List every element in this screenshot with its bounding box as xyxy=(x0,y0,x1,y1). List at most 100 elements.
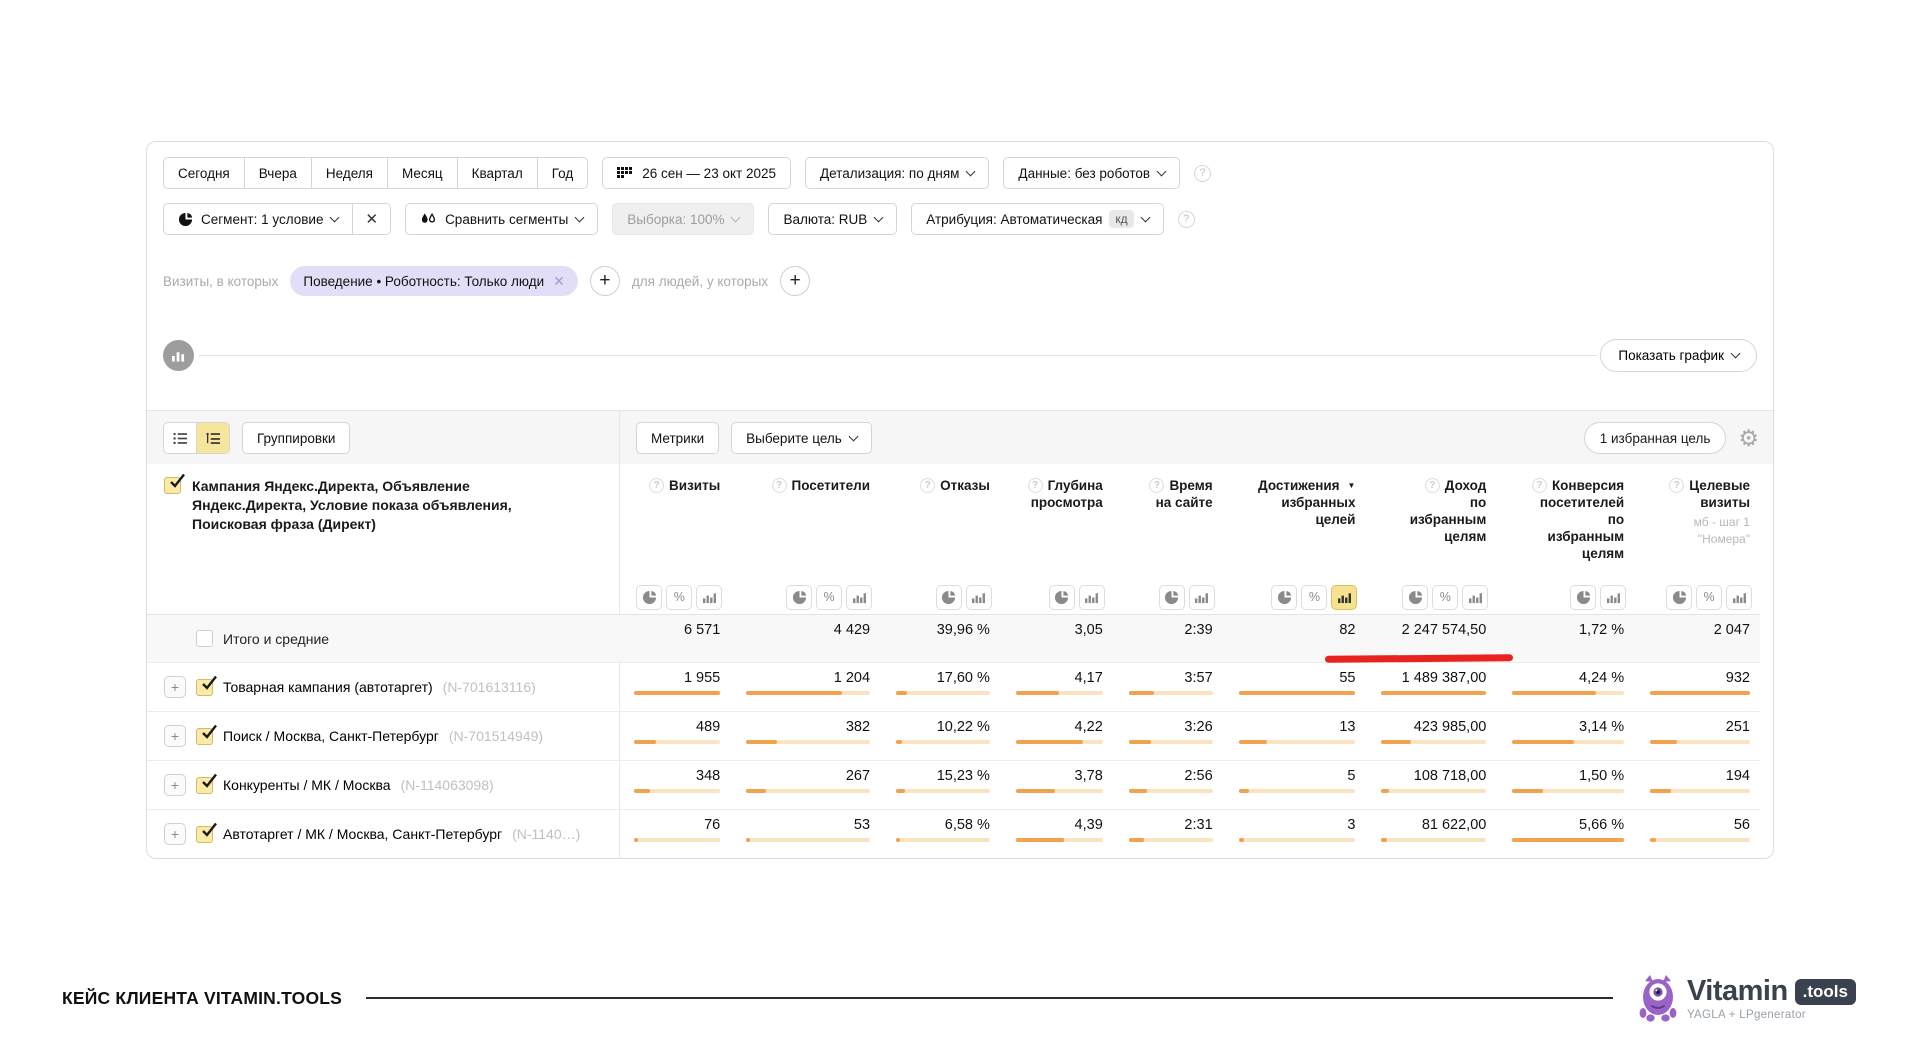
checkbox-checked[interactable] xyxy=(196,728,213,745)
dimension-header[interactable]: Кампания Яндекс.Директа, Объявление Янде… xyxy=(192,477,587,534)
column-header-7[interactable]: ?Конверсияпосетителей по избранным целям xyxy=(1496,464,1634,580)
pie-chart-icon[interactable] xyxy=(786,585,812,610)
graph-row: Показать график xyxy=(163,339,1757,373)
help-icon[interactable]: ? xyxy=(772,478,787,493)
campaign-name[interactable]: Поиск / Москва, Санкт-Петербург xyxy=(223,728,439,744)
help-icon[interactable]: ? xyxy=(1178,211,1195,228)
data-mode-select[interactable]: Данные: без роботов xyxy=(1003,157,1180,189)
bar-chart-icon[interactable] xyxy=(1189,585,1215,610)
pie-chart-icon[interactable] xyxy=(936,585,962,610)
pie-chart-icon[interactable] xyxy=(1271,585,1297,610)
currency-select[interactable]: Валюта: RUB xyxy=(768,203,897,235)
help-icon[interactable]: ? xyxy=(920,478,935,493)
column-title: Доход xyxy=(1445,477,1487,494)
help-icon[interactable]: ? xyxy=(1194,165,1211,182)
metric-value-cell: 3:57 xyxy=(1113,663,1223,711)
campaign-id: (N-701613116) xyxy=(443,679,536,695)
checkbox-checked[interactable] xyxy=(164,477,181,494)
value-bar-fill xyxy=(1512,789,1542,793)
metrics-button[interactable]: Метрики xyxy=(636,422,719,454)
add-visit-filter-button[interactable]: + xyxy=(590,266,620,296)
metric-value-cell: 3,78 xyxy=(1000,761,1113,809)
segment-clear-button[interactable]: ✕ xyxy=(352,203,391,235)
value-bar xyxy=(1016,740,1103,744)
period-button-4[interactable]: Квартал xyxy=(457,157,538,189)
metric-value-cell: 10,22 % xyxy=(880,712,1000,760)
pie-chart-icon[interactable] xyxy=(1402,585,1428,610)
metric-value-cell: 4,17 xyxy=(1000,663,1113,711)
segment-select[interactable]: Сегмент: 1 условие xyxy=(163,203,353,235)
date-range-button[interactable]: 26 сен — 23 окт 2025 xyxy=(602,157,791,189)
totals-value: 2 047 xyxy=(1634,615,1760,662)
robotness-filter-chip[interactable]: Поведение • Роботность: Только люди ✕ xyxy=(290,266,578,296)
compare-segments-select[interactable]: Сравнить сегменты xyxy=(405,203,598,235)
bar-chart-icon[interactable] xyxy=(1331,585,1357,610)
percent-icon[interactable]: % xyxy=(1432,585,1458,610)
value-bar xyxy=(746,691,870,695)
column-header-0[interactable]: ?Визиты xyxy=(618,464,730,580)
gear-icon[interactable]: ⚙ xyxy=(1738,427,1759,450)
attribution-select[interactable]: Атрибуция: Автоматическая кд xyxy=(911,203,1163,235)
checkbox-checked[interactable] xyxy=(196,679,213,696)
pie-chart-icon[interactable] xyxy=(1049,585,1075,610)
expand-button[interactable]: + xyxy=(164,774,186,796)
favorite-goal-pill[interactable]: 1 избранная цель xyxy=(1584,422,1727,454)
percent-icon[interactable]: % xyxy=(666,585,692,610)
checkbox-checked[interactable] xyxy=(196,777,213,794)
percent-icon[interactable]: % xyxy=(816,585,842,610)
choose-goal-select[interactable]: Выберите цель xyxy=(731,422,872,454)
pie-chart-icon[interactable] xyxy=(636,585,662,610)
period-button-0[interactable]: Сегодня xyxy=(163,157,245,189)
cell-value: 267 xyxy=(846,768,870,784)
help-icon[interactable]: ? xyxy=(1149,478,1164,493)
period-button-5[interactable]: Год xyxy=(537,157,589,189)
help-icon[interactable]: ? xyxy=(1028,478,1043,493)
pie-chart-icon[interactable] xyxy=(1666,585,1692,610)
show-graph-button[interactable]: Показать график xyxy=(1600,339,1757,372)
expand-button[interactable]: + xyxy=(164,676,186,698)
sampling-select[interactable]: Выборка: 100% xyxy=(612,203,754,235)
checkbox-checked[interactable] xyxy=(196,826,213,843)
period-button-2[interactable]: Неделя xyxy=(311,157,388,189)
list-view-icon[interactable] xyxy=(163,422,197,454)
campaign-name[interactable]: Конкуренты / МК / Москва xyxy=(223,777,391,793)
column-header-3[interactable]: ?Глубинапросмотра xyxy=(1000,464,1113,580)
column-header-6[interactable]: ?Доходпо избранным целям xyxy=(1365,464,1496,580)
metric-value-cell: 53 xyxy=(730,810,880,858)
help-icon[interactable]: ? xyxy=(1532,478,1547,493)
period-button-1[interactable]: Вчера xyxy=(244,157,312,189)
percent-icon[interactable]: % xyxy=(1696,585,1722,610)
tree-view-icon[interactable] xyxy=(196,422,230,454)
remove-filter-icon[interactable]: ✕ xyxy=(553,273,565,290)
bar-chart-icon[interactable] xyxy=(966,585,992,610)
column-header-4[interactable]: ?Времяна сайте xyxy=(1113,464,1223,580)
add-people-filter-button[interactable]: + xyxy=(780,266,810,296)
column-header-2[interactable]: ?Отказы xyxy=(880,464,1000,580)
metrics-label: Метрики xyxy=(651,431,704,446)
detail-select[interactable]: Детализация: по дням xyxy=(805,157,989,189)
pie-chart-icon[interactable] xyxy=(1570,585,1596,610)
pie-chart-icon[interactable] xyxy=(1159,585,1185,610)
bar-chart-icon[interactable] xyxy=(696,585,722,610)
bar-chart-icon[interactable] xyxy=(1600,585,1626,610)
bar-chart-icon[interactable] xyxy=(846,585,872,610)
checkbox-unchecked[interactable] xyxy=(196,630,213,647)
column-header-5[interactable]: Достижения▼избранных целей xyxy=(1223,464,1366,580)
campaign-name[interactable]: Автотаргет / МК / Москва, Санкт-Петербур… xyxy=(223,826,502,842)
column-header-8[interactable]: ?Целевыевизитымб - шаг 1 "Номера" xyxy=(1634,464,1760,580)
chart-toggle-icon[interactable] xyxy=(163,340,194,371)
groupings-button[interactable]: Группировки xyxy=(242,422,350,454)
bar-chart-icon[interactable] xyxy=(1462,585,1488,610)
expand-button[interactable]: + xyxy=(164,823,186,845)
help-icon[interactable]: ? xyxy=(1425,478,1440,493)
expand-button[interactable]: + xyxy=(164,725,186,747)
campaign-name[interactable]: Товарная кампания (автотаргет) xyxy=(223,679,433,695)
value-bar-fill xyxy=(746,740,777,744)
bar-chart-icon[interactable] xyxy=(1726,585,1752,610)
help-icon[interactable]: ? xyxy=(649,478,664,493)
percent-icon[interactable]: % xyxy=(1301,585,1327,610)
bar-chart-icon[interactable] xyxy=(1079,585,1105,610)
column-header-1[interactable]: ?Посетители xyxy=(730,464,880,580)
help-icon[interactable]: ? xyxy=(1669,478,1684,493)
period-button-3[interactable]: Месяц xyxy=(387,157,458,189)
